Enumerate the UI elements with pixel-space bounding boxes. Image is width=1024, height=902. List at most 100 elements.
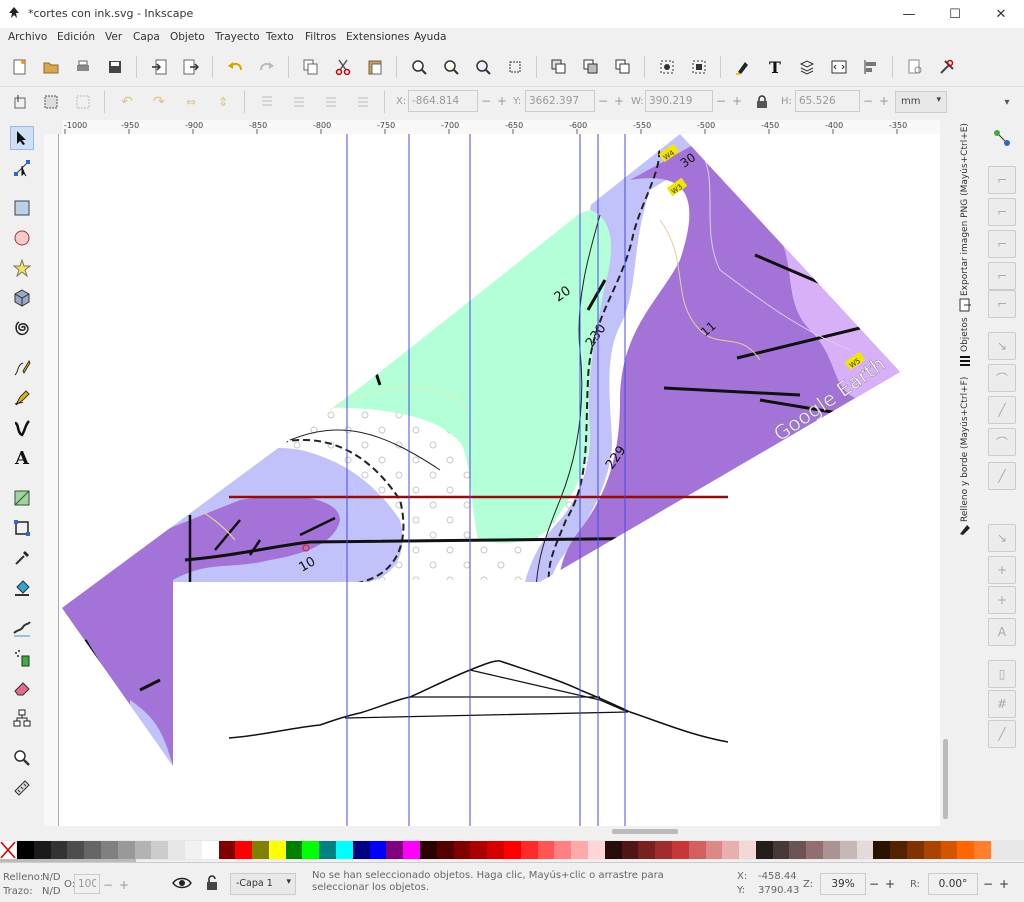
- color-swatch[interactable]: [621, 841, 639, 859]
- color-swatch[interactable]: [940, 841, 958, 859]
- color-swatch[interactable]: [520, 841, 538, 859]
- color-swatch[interactable]: [420, 841, 438, 859]
- color-swatch[interactable]: [907, 841, 925, 859]
- y-decrement[interactable]: −: [595, 90, 611, 112]
- zoom-tool-icon[interactable]: [10, 746, 34, 770]
- color-swatch[interactable]: [134, 841, 152, 859]
- zoom-decrement[interactable]: −: [866, 873, 882, 895]
- color-swatch[interactable]: [235, 841, 253, 859]
- duplicate-icon[interactable]: [548, 56, 570, 78]
- lower-icon[interactable]: [320, 91, 342, 113]
- tweak-tool-icon[interactable]: [10, 616, 34, 640]
- padlock-icon[interactable]: [751, 91, 773, 113]
- color-swatch[interactable]: [890, 841, 908, 859]
- color-swatch[interactable]: [671, 841, 689, 859]
- snap-rotation-center-icon[interactable]: +: [988, 556, 1016, 584]
- color-swatch[interactable]: [688, 841, 706, 859]
- menu-filtros[interactable]: Filtros: [305, 31, 336, 43]
- x-decrement[interactable]: −: [478, 90, 494, 112]
- preferences-icon[interactable]: [936, 56, 958, 78]
- color-swatch[interactable]: [100, 841, 118, 859]
- vertical-scrollbar[interactable]: [940, 134, 952, 826]
- rotate-ccw-icon[interactable]: ↶: [116, 91, 138, 113]
- color-swatch[interactable]: [352, 841, 370, 859]
- color-swatch[interactable]: [268, 841, 286, 859]
- snap-text-icon[interactable]: A: [988, 618, 1016, 646]
- unlink-clone-icon[interactable]: [612, 56, 634, 78]
- color-swatch[interactable]: [772, 841, 790, 859]
- color-swatch[interactable]: [554, 841, 572, 859]
- export-icon[interactable]: [180, 56, 202, 78]
- color-swatch[interactable]: [470, 841, 488, 859]
- clone-icon[interactable]: [580, 56, 602, 78]
- color-swatch[interactable]: [218, 841, 236, 859]
- snap-grid-icon[interactable]: #: [988, 690, 1016, 718]
- snap-bbox-midpoint-icon[interactable]: ⌐: [988, 262, 1016, 290]
- color-swatch[interactable]: [604, 841, 622, 859]
- menu-archivo[interactable]: Archivo: [8, 31, 47, 43]
- rotation-increment[interactable]: +: [996, 873, 1012, 895]
- snap-intersection-icon[interactable]: ╱: [988, 396, 1016, 424]
- raise-icon[interactable]: [288, 91, 310, 113]
- document-properties-icon[interactable]: [904, 56, 926, 78]
- snap-bbox-center-icon[interactable]: ⌐: [988, 290, 1016, 318]
- flip-vertical-icon[interactable]: ⇕: [212, 91, 234, 113]
- color-swatch[interactable]: [84, 841, 102, 859]
- calligraphy-tool-icon[interactable]: [10, 416, 34, 440]
- color-swatch[interactable]: [537, 841, 555, 859]
- h-increment[interactable]: +: [876, 90, 892, 112]
- text-tool-icon[interactable]: A: [10, 446, 34, 470]
- color-swatch[interactable]: [487, 841, 505, 859]
- menu-capa[interactable]: Capa: [133, 31, 160, 43]
- color-swatch[interactable]: [151, 841, 169, 859]
- import-icon[interactable]: [148, 56, 170, 78]
- color-swatch[interactable]: [33, 841, 51, 859]
- color-swatch[interactable]: [67, 841, 85, 859]
- color-swatch[interactable]: [755, 841, 773, 859]
- align-distribute-icon[interactable]: [860, 56, 882, 78]
- rotation-field[interactable]: [928, 873, 978, 895]
- color-swatch[interactable]: [168, 841, 186, 859]
- y-coordinate-field[interactable]: [525, 90, 595, 112]
- color-swatch[interactable]: [336, 841, 354, 859]
- cut-icon[interactable]: [332, 56, 354, 78]
- color-swatch[interactable]: [403, 841, 421, 859]
- fill-value[interactable]: N/D: [42, 872, 61, 883]
- h-decrement[interactable]: −: [860, 90, 876, 112]
- close-button[interactable]: ✕: [978, 0, 1024, 28]
- color-swatch[interactable]: [655, 841, 673, 859]
- color-swatch[interactable]: [722, 841, 740, 859]
- color-swatch[interactable]: [302, 841, 320, 859]
- snap-smooth-nodes-icon[interactable]: ⌒: [988, 428, 1016, 456]
- color-swatch[interactable]: [504, 841, 521, 859]
- zoom-drawing-icon[interactable]: [440, 56, 462, 78]
- rotate-cw-icon[interactable]: ↷: [148, 91, 170, 113]
- spray-paint-tool-icon[interactable]: [10, 646, 34, 670]
- snap-nodes-icon[interactable]: ↘: [988, 332, 1016, 360]
- opacity-field[interactable]: [74, 874, 100, 894]
- undo-icon[interactable]: [224, 56, 246, 78]
- new-document-icon[interactable]: [9, 56, 31, 78]
- w-decrement[interactable]: −: [713, 90, 729, 112]
- unit-select[interactable]: mm ▾: [895, 91, 947, 113]
- color-swatch[interactable]: [201, 841, 219, 859]
- color-swatch[interactable]: [319, 841, 337, 859]
- open-folder-icon[interactable]: [40, 56, 62, 78]
- layer-select[interactable]: -Capa 1 ▾: [230, 873, 296, 895]
- color-swatch[interactable]: [974, 841, 992, 859]
- color-swatch[interactable]: [453, 841, 471, 859]
- layer-lock-icon[interactable]: [205, 875, 221, 893]
- zoom-field[interactable]: [820, 873, 866, 895]
- horizontal-scroll-thumb[interactable]: [612, 829, 678, 834]
- objects-tab[interactable]: Objetos: [960, 316, 970, 352]
- zoom-increment[interactable]: +: [882, 873, 898, 895]
- menu-ver[interactable]: Ver: [105, 31, 122, 43]
- rectangle-tool-icon[interactable]: [10, 196, 34, 220]
- opacity-decrement[interactable]: −: [100, 874, 116, 896]
- color-swatch[interactable]: [957, 841, 975, 859]
- layers-icon[interactable]: [796, 56, 818, 78]
- snap-guides-icon[interactable]: ╱: [988, 720, 1016, 748]
- snap-bbox-corner-icon[interactable]: ⌐: [988, 230, 1016, 258]
- color-swatch[interactable]: [806, 841, 824, 859]
- menu-texto[interactable]: Texto: [266, 31, 294, 43]
